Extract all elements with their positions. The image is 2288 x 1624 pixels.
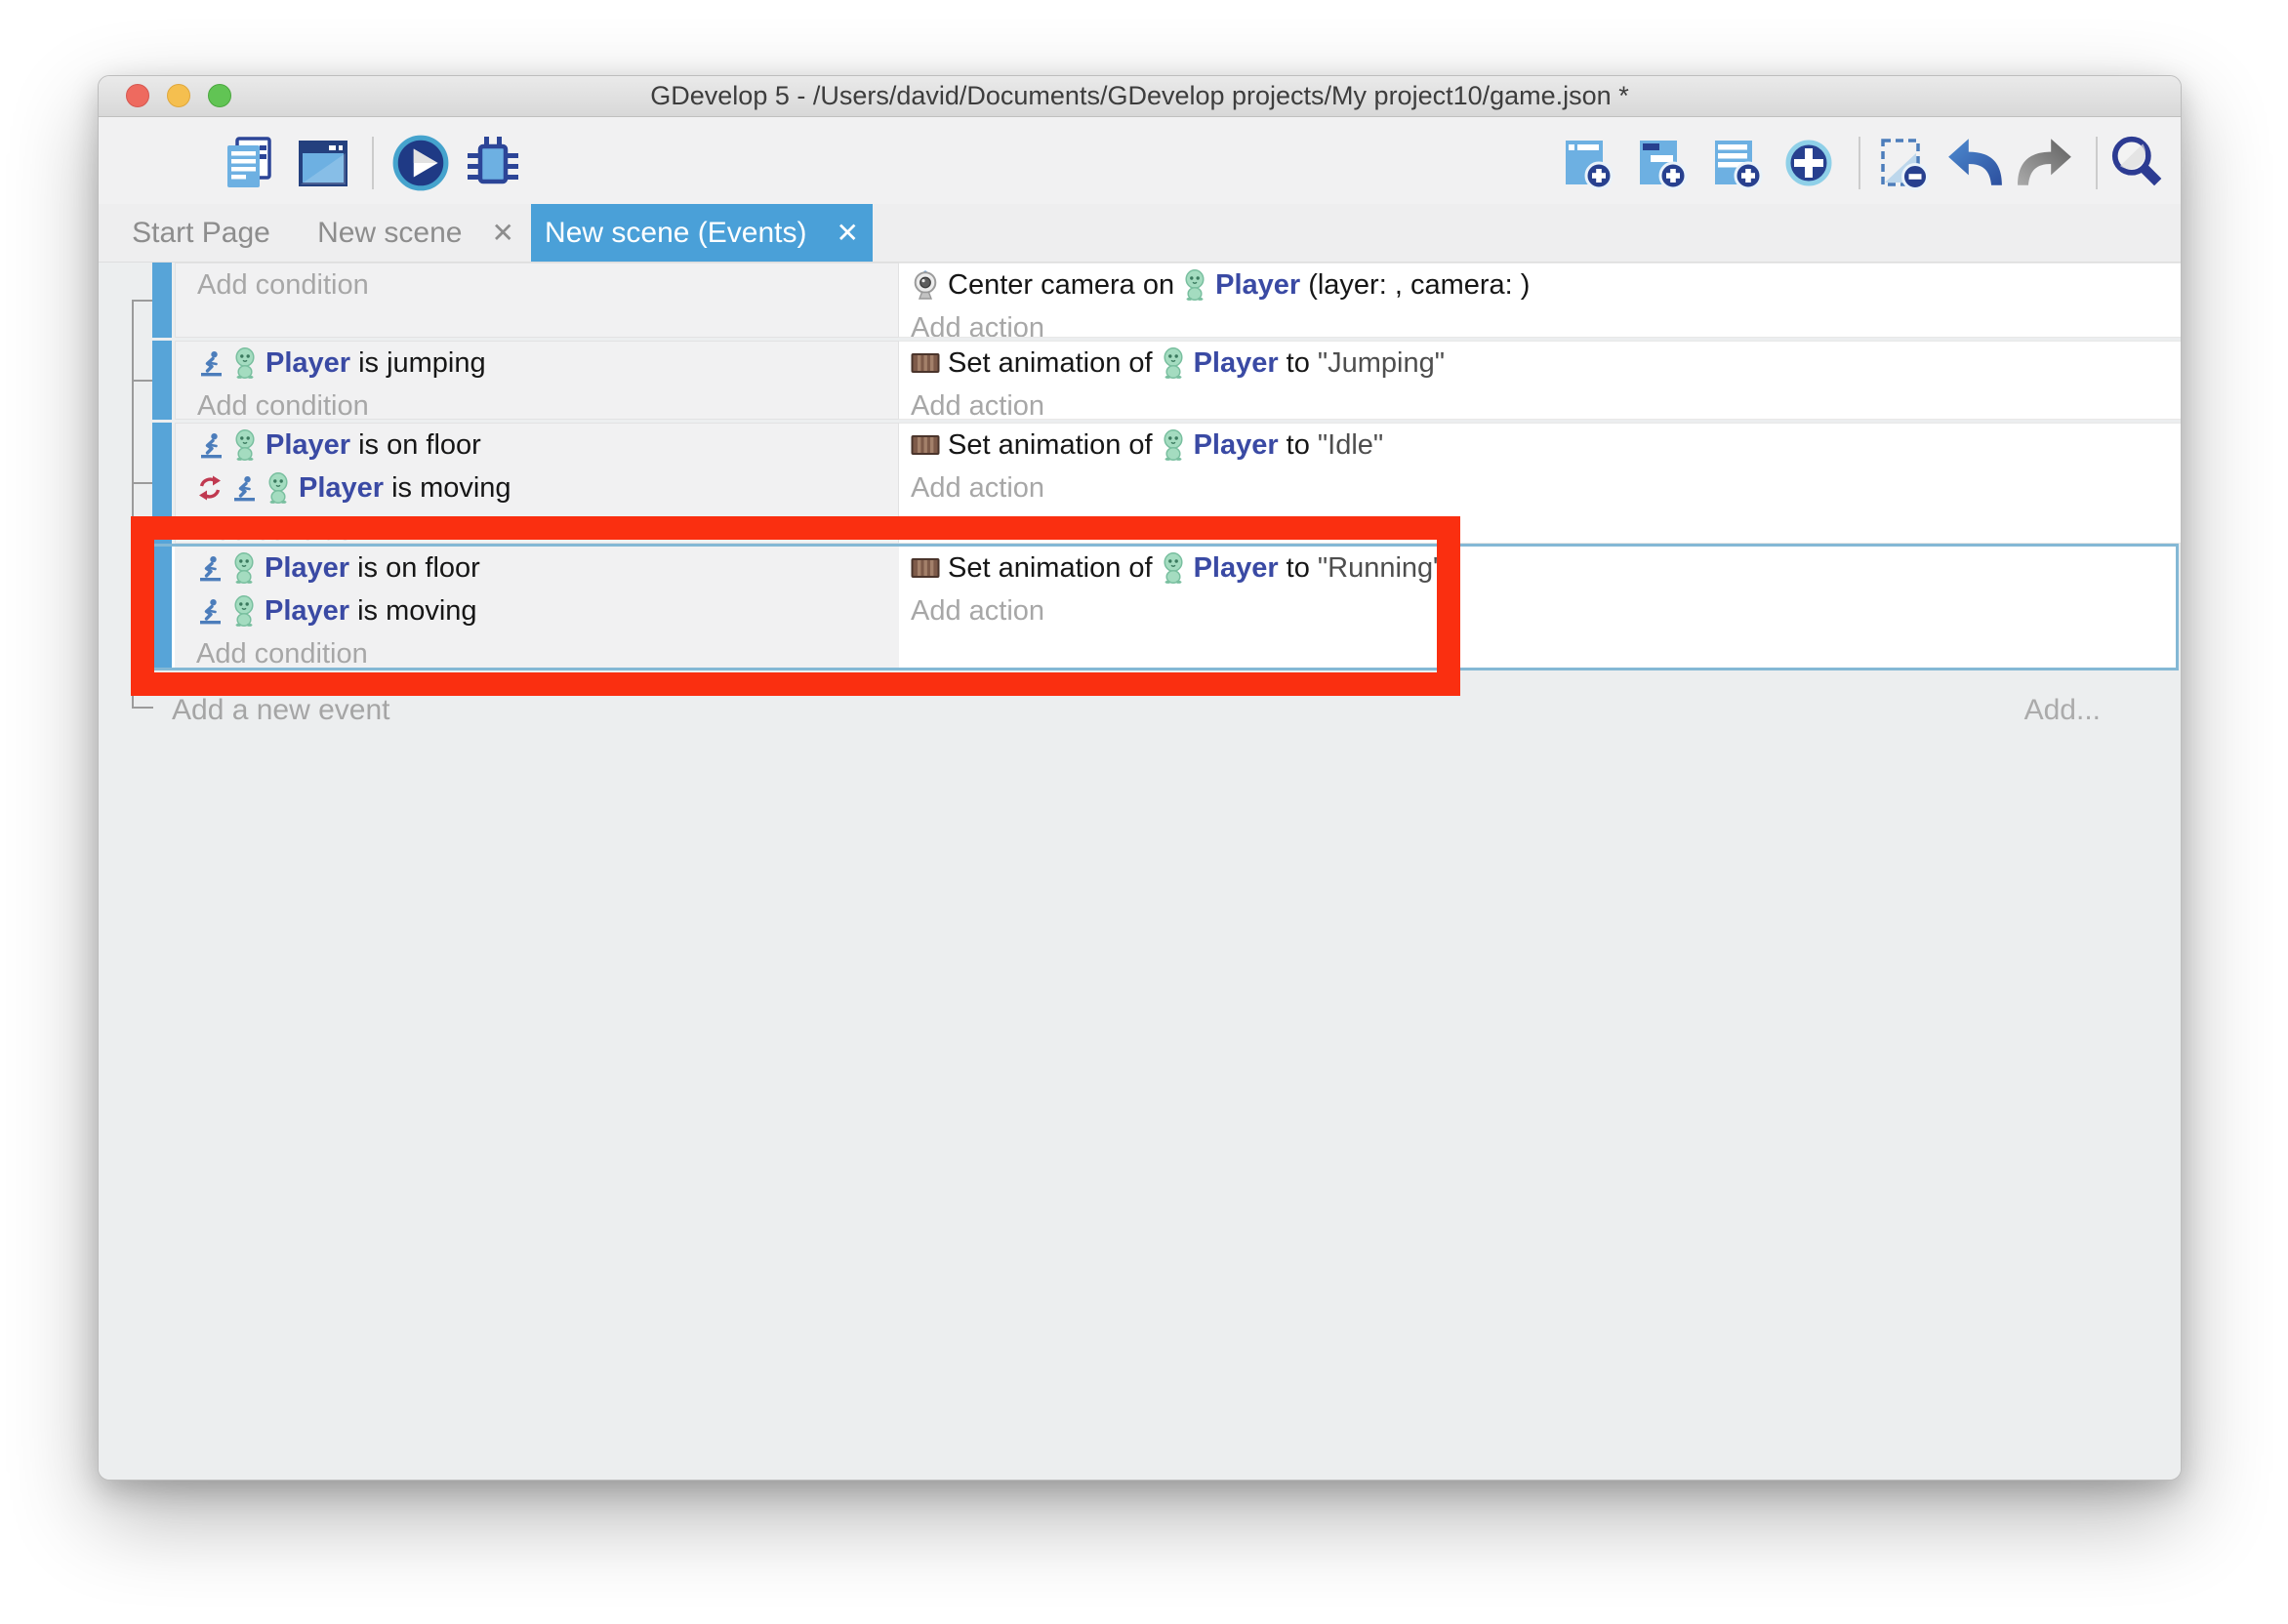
object-name: Player	[266, 347, 350, 380]
player-object-icon	[1182, 269, 1207, 301]
event-color-bar	[152, 263, 172, 338]
search-button[interactable]	[2105, 132, 2168, 194]
project-manager-button[interactable]	[219, 132, 281, 194]
toolbar-separator	[1859, 137, 1860, 189]
toolbar-separator	[372, 137, 374, 189]
player-object-icon	[232, 347, 258, 379]
close-window-button[interactable]	[126, 84, 149, 107]
add-comment-icon	[1706, 134, 1765, 192]
tab-bar: Start Page New scene ✕ New scene (Events…	[99, 204, 2181, 262]
player-object-icon	[1161, 429, 1186, 461]
delete-event-icon	[1873, 134, 1932, 192]
add-event-icon	[1557, 134, 1615, 192]
add-other-event-button[interactable]	[1777, 132, 1840, 194]
tab-close-icon[interactable]: ✕	[491, 217, 513, 249]
inverted-condition-icon	[197, 475, 223, 501]
tree-tick	[132, 482, 153, 484]
tree-tick	[132, 380, 153, 382]
conditions-cell[interactable]: Add condition	[175, 263, 899, 338]
tab-new-scene[interactable]: New scene ✕	[304, 204, 528, 262]
tree-tick	[132, 707, 153, 709]
object-name: Player	[1194, 347, 1279, 380]
add-action-button[interactable]: Add action	[911, 308, 2181, 338]
gdevelop-window: GDevelop 5 - /Users/david/Documents/GDev…	[98, 75, 2182, 1481]
animation-icon	[911, 432, 940, 458]
conditions-cell[interactable]: Player is jumping Add condition	[175, 341, 899, 420]
zoom-window-button[interactable]	[208, 84, 231, 107]
tree-tick	[132, 300, 153, 302]
play-icon	[390, 133, 451, 193]
undo-icon	[1944, 133, 2005, 193]
add-other-event-icon	[1779, 134, 1838, 192]
actions-cell[interactable]: Center camera on Player (layer: , camera…	[899, 263, 2181, 338]
action-line[interactable]: Set animation of Player to "Jumping"	[911, 344, 2181, 383]
add-comment-button[interactable]	[1704, 132, 1767, 194]
event-row[interactable]: Add condition Center camera on Player (l…	[152, 263, 2181, 338]
condition-line[interactable]: Player is jumping	[197, 344, 898, 383]
tab-new-scene-events[interactable]: New scene (Events) ✕	[531, 204, 873, 262]
add-action-button[interactable]: Add action	[911, 468, 2181, 508]
condition-line[interactable]: Player is moving	[197, 468, 898, 508]
player-object-icon	[1161, 347, 1186, 379]
add-condition-button[interactable]: Add condition	[197, 386, 898, 420]
animation-icon	[911, 350, 940, 376]
add-more-button[interactable]: Add...	[2024, 690, 2101, 731]
debug-button[interactable]	[462, 132, 524, 194]
redo-icon	[2015, 133, 2075, 193]
object-name: Player	[1215, 269, 1300, 302]
player-object-icon	[232, 429, 258, 461]
object-name: Player	[299, 472, 384, 505]
player-object-icon	[266, 472, 291, 504]
titlebar: GDevelop 5 - /Users/david/Documents/GDev…	[99, 76, 2181, 117]
toolbar-separator	[2096, 137, 2098, 189]
toolbar	[99, 117, 2181, 204]
add-sub-event-icon	[1631, 134, 1690, 192]
string-value: "Jumping"	[1318, 347, 1445, 380]
actions-cell[interactable]: Set animation of Player to "Jumping" Add…	[899, 341, 2181, 420]
play-button[interactable]	[389, 132, 452, 194]
add-sub-event-button[interactable]	[1629, 132, 1692, 194]
tab-label: Start Page	[132, 217, 270, 250]
tab-label: New scene	[317, 217, 462, 250]
event-row[interactable]: Player is jumping Add condition Set anim…	[152, 341, 2181, 420]
string-value: "Idle"	[1318, 429, 1383, 462]
debug-icon	[464, 134, 522, 192]
redo-button[interactable]	[2014, 132, 2076, 194]
minimize-window-button[interactable]	[167, 84, 190, 107]
project-manager-icon	[221, 134, 279, 192]
scene-editor-button[interactable]	[292, 132, 354, 194]
object-name: Player	[1194, 429, 1279, 462]
tab-start-page[interactable]: Start Page	[108, 204, 294, 262]
platformer-behavior-icon	[230, 474, 258, 502]
search-icon	[2106, 133, 2167, 193]
annotation-highlight-box	[131, 516, 1460, 696]
window-title: GDevelop 5 - /Users/david/Documents/GDev…	[255, 76, 2024, 116]
platformer-behavior-icon	[197, 349, 225, 377]
add-event-button[interactable]	[1555, 132, 1617, 194]
events-sheet: Add condition Center camera on Player (l…	[99, 262, 2181, 1480]
add-action-button[interactable]: Add action	[911, 386, 2181, 420]
scene-editor-icon	[294, 134, 352, 192]
action-line[interactable]: Center camera on Player (layer: , camera…	[911, 265, 2181, 304]
tab-close-icon[interactable]: ✕	[836, 217, 858, 249]
undo-button[interactable]	[1943, 132, 2006, 194]
delete-event-button[interactable]	[1871, 132, 1934, 194]
action-line[interactable]: Set animation of Player to "Idle"	[911, 426, 2181, 465]
tab-label: New scene (Events)	[545, 217, 806, 250]
add-condition-button[interactable]: Add condition	[197, 265, 898, 304]
event-color-bar	[152, 341, 172, 420]
object-name: Player	[266, 429, 350, 462]
add-new-event-button[interactable]: Add a new event	[172, 690, 390, 731]
platformer-behavior-icon	[197, 431, 225, 459]
camera-icon	[911, 269, 940, 301]
condition-line[interactable]: Player is on floor	[197, 426, 898, 465]
